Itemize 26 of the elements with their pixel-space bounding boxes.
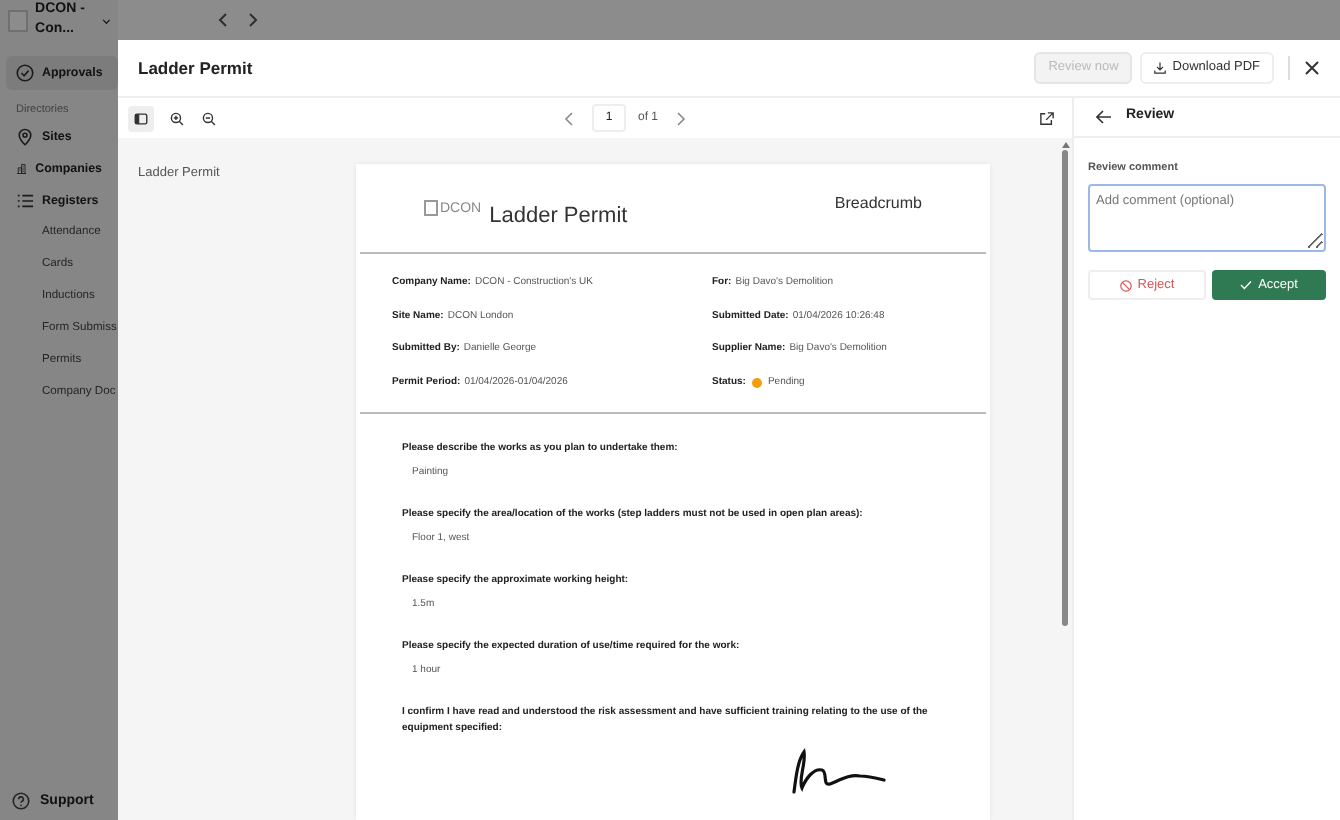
- back-arrow-icon[interactable]: [1096, 110, 1112, 124]
- chevron-icon[interactable]: [101, 13, 110, 27]
- next-page-icon[interactable]: [676, 111, 687, 125]
- location-pin-icon: [16, 128, 34, 147]
- zoom-in-icon[interactable]: [170, 111, 184, 125]
- building-icon: [16, 160, 28, 179]
- back-icon[interactable]: [216, 12, 230, 28]
- forward-icon[interactable]: [246, 12, 260, 28]
- previous-page-icon[interactable]: [564, 111, 574, 125]
- scrollbar-thumb[interactable]: [1062, 150, 1068, 626]
- logo-icon: [8, 9, 28, 31]
- close-icon[interactable]: [1304, 60, 1320, 76]
- scroll-up-icon[interactable]: [1061, 142, 1069, 148]
- cancel-icon: [1119, 279, 1132, 292]
- help-icon[interactable]: [12, 792, 30, 811]
- open-external-icon[interactable]: [1040, 111, 1054, 125]
- sidebar-toggle-icon[interactable]: [128, 105, 154, 131]
- signature-drawing: [788, 748, 888, 796]
- check-circle-icon: [16, 64, 34, 82]
- check-icon: [1240, 280, 1253, 291]
- zoom-out-icon[interactable]: [202, 111, 216, 125]
- modal-title: Ladder Permit: [138, 55, 253, 81]
- brand-logo-text: Breadcrumb: [834, 192, 922, 216]
- list-icon: [16, 192, 34, 211]
- download-icon: [1154, 62, 1167, 74]
- document-title: Ladder Permit: [489, 202, 628, 233]
